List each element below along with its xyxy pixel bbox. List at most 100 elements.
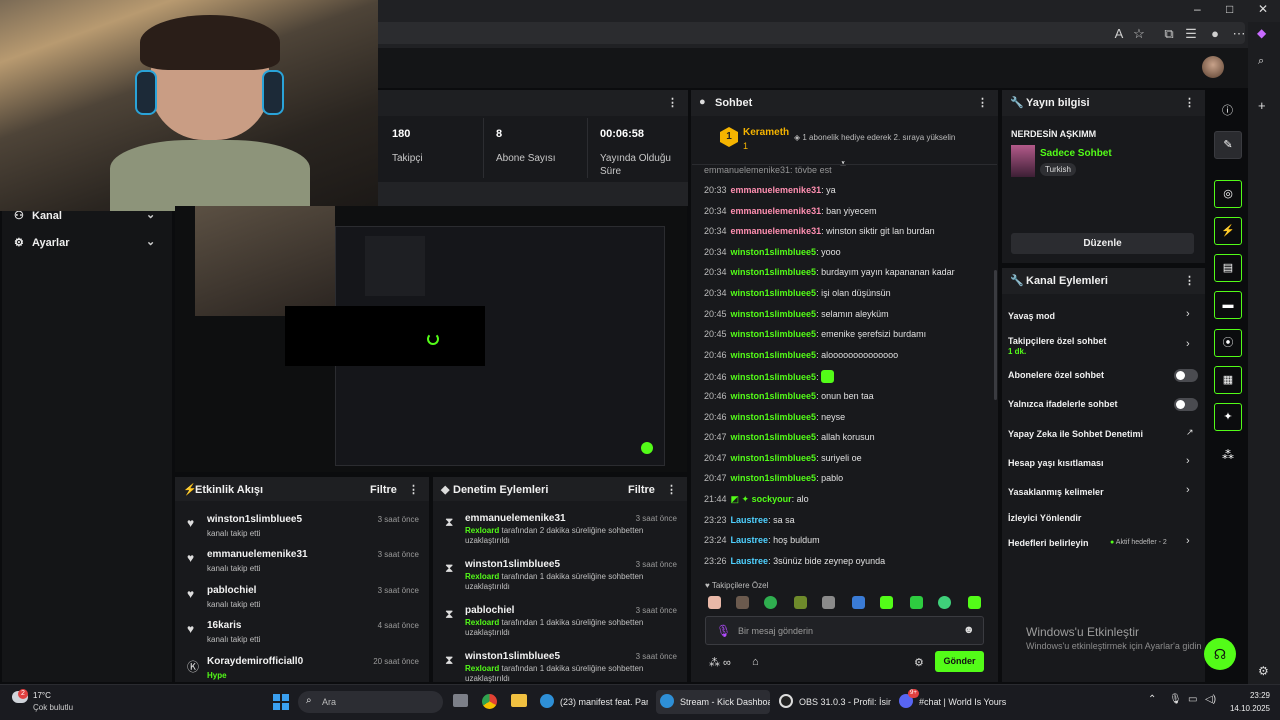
filter-button[interactable]: Filtre — [628, 484, 655, 496]
store-icon[interactable]: ⌂ — [752, 656, 759, 668]
taskbar-search[interactable]: ⌕ Ara — [298, 691, 443, 713]
emote-icon[interactable] — [910, 596, 923, 609]
chat-username[interactable]: winston1slimbluee5 — [731, 267, 817, 277]
chat-username[interactable]: winston1slimbluee5 — [731, 309, 817, 319]
add-icon[interactable]: + — [1258, 98, 1266, 113]
minimize-button[interactable]: – — [1194, 2, 1201, 16]
broadcast-icon[interactable]: ⦿ — [1214, 329, 1242, 357]
chevron-right-icon[interactable]: › — [1186, 455, 1190, 467]
network-icon[interactable]: ▭ — [1188, 694, 1197, 705]
more-menu-icon[interactable]: ⋯ — [1230, 26, 1248, 42]
filter-button[interactable]: Filtre — [370, 484, 397, 496]
volume-icon[interactable]: ◁) — [1205, 694, 1216, 705]
stream-preview[interactable] — [175, 206, 687, 472]
edit-pencil-icon[interactable]: ✎ — [1214, 131, 1242, 159]
chat-settings-gear-icon[interactable]: ⚙ — [914, 656, 924, 669]
kebab-menu-icon[interactable]: ⋮ — [977, 96, 988, 109]
account-age-option[interactable]: Hesap yaşı kısıtlaması — [1008, 458, 1104, 468]
emote-icon[interactable] — [880, 596, 893, 609]
redirect-viewers-option[interactable]: İzleyici Yönlendir — [1008, 513, 1081, 523]
external-link-icon[interactable]: ↗ — [1186, 427, 1194, 438]
nav-item-settings[interactable]: ⚙ Ayarlar ⌄ — [14, 236, 155, 249]
chevron-right-icon[interactable]: › — [1186, 338, 1190, 350]
clock-time[interactable]: 23:29 — [1238, 691, 1270, 700]
chat-username[interactable]: emmanuelemenike31 — [731, 185, 822, 195]
chat-username[interactable]: winston1slimbluee5 — [731, 453, 817, 463]
favorites-icon[interactable]: ☰ — [1182, 26, 1200, 42]
emoji-picker-icon[interactable]: ☻ — [963, 624, 975, 636]
file-explorer-icon[interactable] — [511, 694, 527, 707]
chat-username[interactable]: Laustree — [731, 556, 769, 566]
chat-username[interactable]: winston1slimbluee5 — [731, 350, 817, 360]
tray-expand-icon[interactable]: ⌃ — [1148, 694, 1156, 705]
chevron-right-icon[interactable]: › — [1186, 484, 1190, 496]
taskbar-app-edge-1[interactable]: (23) manifest feat. Pang — [540, 690, 648, 714]
leaderboard-user[interactable]: Kerameth — [743, 127, 789, 138]
task-view-icon[interactable] — [453, 694, 468, 707]
layout-icon[interactable]: ▦ — [1214, 366, 1242, 394]
chat-input[interactable]: 🎙 Bir mesaj gönderin ☻ — [705, 616, 984, 645]
chat-username[interactable]: Laustree — [731, 535, 769, 545]
profile-icon[interactable]: ● — [1206, 26, 1224, 42]
chat-username[interactable]: Laustree — [731, 515, 769, 525]
slow-mode-option[interactable]: Yavaş mod — [1008, 311, 1055, 321]
document-icon[interactable]: ▤ — [1214, 254, 1242, 282]
emote-icon[interactable] — [938, 596, 951, 609]
emote-icon[interactable] — [852, 596, 865, 609]
chrome-icon[interactable] — [482, 694, 497, 709]
chat-username[interactable]: sockyour — [752, 494, 792, 504]
favorite-star-icon[interactable]: ☆ — [1130, 26, 1148, 42]
lightning-icon[interactable]: ⚡ — [1214, 217, 1242, 245]
copilot-icon[interactable]: ◆ — [1257, 26, 1266, 40]
kebab-menu-icon[interactable]: ⋮ — [408, 483, 419, 496]
microphone-icon[interactable]: 🎙 — [716, 624, 731, 638]
wrench-icon[interactable]: ✦ — [1214, 403, 1242, 431]
chat-username[interactable]: winston1slimbluee5 — [731, 391, 817, 401]
send-button[interactable]: Gönder — [935, 651, 984, 672]
weather-temp[interactable]: 17°C — [33, 691, 51, 700]
scrollbar[interactable] — [994, 270, 997, 400]
chat-username[interactable]: winston1slimbluee5 — [731, 432, 817, 442]
kebab-menu-icon[interactable]: ⋮ — [1184, 96, 1195, 109]
chat-username[interactable]: winston1slimbluee5 — [731, 247, 817, 257]
chat-username[interactable]: winston1slimbluee5 — [731, 372, 817, 382]
ai-moderation-option[interactable]: Yapay Zeka ile Sohbet Denetimi — [1008, 429, 1143, 439]
emote-icon[interactable] — [794, 596, 807, 609]
clock-date[interactable]: 14.10.2025 — [1226, 704, 1270, 713]
emote-icon[interactable] — [968, 596, 981, 609]
followers-only-option[interactable]: Takipçilere özel sohbet — [1008, 336, 1106, 346]
chat-username[interactable]: winston1slimbluee5 — [731, 412, 817, 422]
microphone-icon[interactable]: 🎙 — [1169, 694, 1182, 705]
emote-icon[interactable] — [708, 596, 721, 609]
category-link[interactable]: Sadece Sohbet — [1040, 148, 1112, 159]
chat-bubble-icon[interactable]: ▬ — [1214, 291, 1242, 319]
chat-username[interactable]: emmanuelemenike31 — [731, 226, 822, 236]
banned-words-option[interactable]: Yasaklanmış kelimeler — [1008, 487, 1104, 497]
chat-username[interactable]: winston1slimbluee5 — [731, 473, 817, 483]
kebab-menu-icon[interactable]: ⋮ — [666, 483, 677, 496]
emote-icon[interactable] — [764, 596, 777, 609]
support-headset-icon[interactable]: ☊ — [1204, 638, 1236, 670]
windows-start-icon[interactable] — [273, 694, 289, 710]
extensions-icon[interactable]: ⧉ — [1160, 26, 1178, 42]
taskbar-app-obs[interactable]: OBS 31.0.3 - Profil: İsims — [779, 690, 891, 714]
search-icon[interactable]: ⌕ — [1258, 55, 1264, 68]
chat-username[interactable]: winston1slimbluee5 — [731, 288, 817, 298]
points-icon[interactable]: ⁂ ∞ — [709, 656, 731, 669]
taskbar-app-edge-2[interactable]: Stream - Kick Dashboar — [656, 690, 770, 714]
goals-option[interactable]: Hedefleri belirleyin — [1008, 538, 1089, 548]
emote-only-toggle[interactable] — [1174, 398, 1198, 411]
maximize-button[interactable]: □ — [1226, 2, 1233, 16]
chat-username[interactable]: emmanuelemenike31 — [731, 206, 822, 216]
subscribers-only-toggle[interactable] — [1174, 369, 1198, 382]
kebab-menu-icon[interactable]: ⋮ — [1184, 274, 1195, 287]
more-tools-icon[interactable]: ⁂ — [1222, 448, 1234, 462]
kebab-menu-icon[interactable]: ⋮ — [667, 96, 678, 109]
chevron-right-icon[interactable]: › — [1186, 308, 1190, 320]
weather-desc[interactable]: Çok bulutlu — [33, 703, 73, 712]
chat-username[interactable]: winston1slimbluee5 — [731, 329, 817, 339]
emote-icon[interactable] — [822, 596, 835, 609]
edit-button[interactable]: Düzenle — [1011, 233, 1194, 254]
camera-icon[interactable]: ◎ — [1214, 180, 1242, 208]
avatar[interactable] — [1202, 56, 1224, 78]
